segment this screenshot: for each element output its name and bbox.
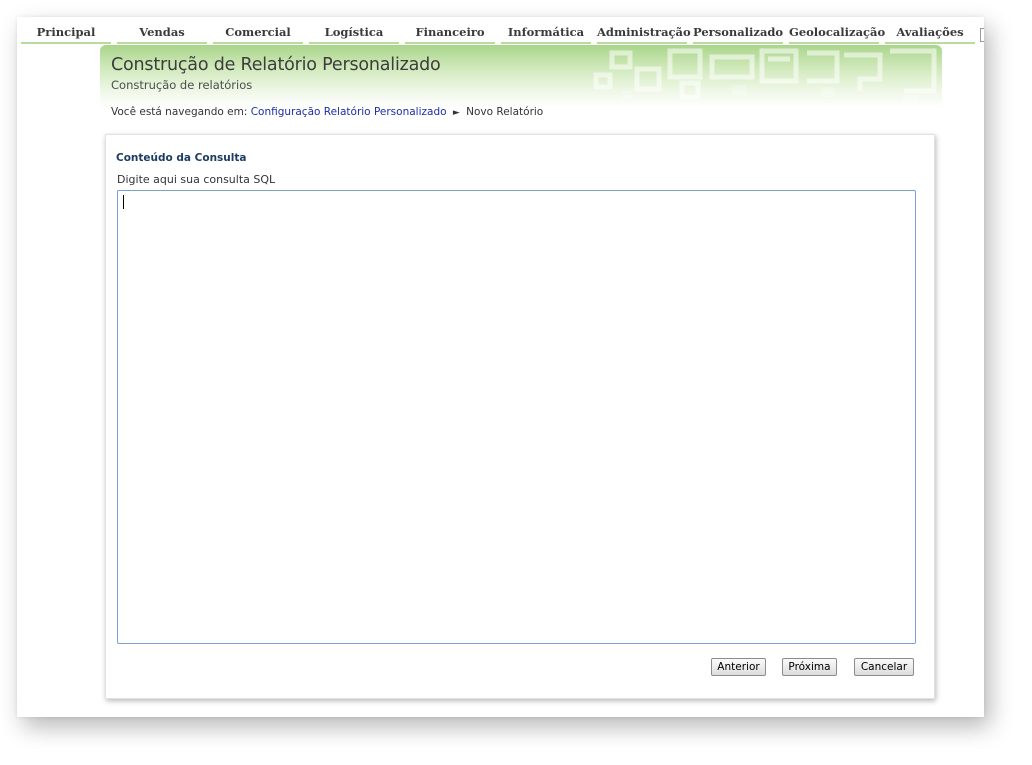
section-title: Conteúdo da Consulta bbox=[116, 152, 247, 164]
text-cursor bbox=[123, 195, 124, 209]
nav-item-administracao[interactable]: Administração bbox=[597, 23, 691, 44]
breadcrumb-prefix: Você está navegando em: bbox=[111, 106, 248, 118]
page-title: Construção de Relatório Personalizado bbox=[111, 55, 441, 75]
nav-item-geolocalizacao[interactable]: Geolocalização bbox=[789, 23, 885, 44]
nav-item-financeiro[interactable]: Financeiro bbox=[405, 23, 495, 44]
breadcrumb-current: Novo Relatório bbox=[466, 106, 544, 118]
app-window: Principal Vendas Comercial Logística Fin… bbox=[17, 17, 984, 717]
sql-query-input[interactable] bbox=[117, 190, 916, 644]
breadcrumb-link[interactable]: Configuração Relatório Personalizado bbox=[251, 106, 447, 118]
nav-item-logistica[interactable]: Logística bbox=[309, 23, 399, 44]
nav-overflow-indicator bbox=[980, 28, 984, 42]
cancel-button[interactable]: Cancelar bbox=[854, 658, 914, 676]
next-button[interactable]: Próxima bbox=[782, 658, 837, 676]
breadcrumb-separator-icon: ► bbox=[452, 108, 460, 118]
nav-item-personalizado[interactable]: Personalizado bbox=[693, 23, 783, 44]
nav-item-informatica[interactable]: Informática bbox=[501, 23, 591, 44]
nav-item-principal[interactable]: Principal bbox=[21, 23, 111, 44]
main-navigation: Principal Vendas Comercial Logística Fin… bbox=[17, 23, 984, 44]
sql-input-label: Digite aqui sua consulta SQL bbox=[117, 173, 276, 186]
breadcrumb: Você está navegando em: Configuração Rel… bbox=[111, 106, 543, 118]
nav-item-vendas[interactable]: Vendas bbox=[117, 23, 207, 44]
page-subtitle: Construção de relatórios bbox=[111, 78, 253, 92]
nav-item-comercial[interactable]: Comercial bbox=[213, 23, 303, 44]
previous-button[interactable]: Anterior bbox=[711, 658, 766, 676]
query-panel: Conteúdo da Consulta Digite aqui sua con… bbox=[105, 134, 935, 699]
nav-item-avaliacoes[interactable]: Avaliações bbox=[885, 23, 975, 44]
banner-pattern-icon bbox=[593, 48, 937, 103]
